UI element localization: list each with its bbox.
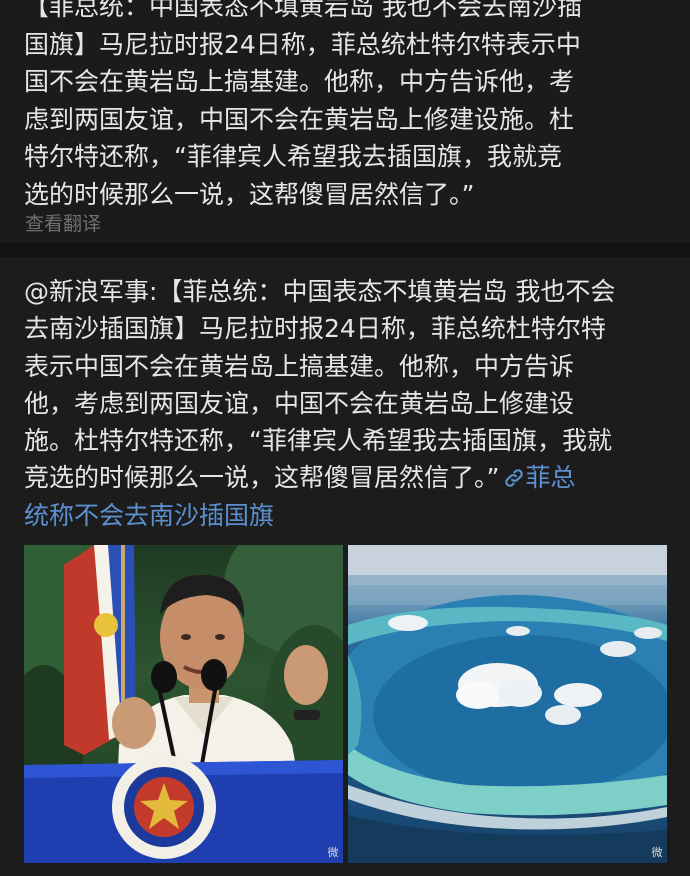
repost-card[interactable]: @新浪军事:【菲总统：中国表态不填黄岩岛 我也不会 去南沙插国旗】马尼拉时报24… <box>0 257 690 876</box>
post-line: 特尔特还称，“菲律宾人希望我去插国旗，我就竞 <box>24 142 562 171</box>
weibo-watermark-icon: 微 <box>327 846 339 859</box>
podium-photo-art <box>24 545 343 863</box>
post-line: 施。杜特尔特还称，“菲律宾人希望我去插国旗，我就 <box>24 426 612 456</box>
link-icon <box>505 469 524 488</box>
post-line: 【菲总统：中国表态不填黄岩岛 我也不会去南沙插 <box>24 0 582 21</box>
post-divider <box>0 243 690 257</box>
post-line: 国不会在黄岩岛上搞基建。他称，中方告诉他，考 <box>24 67 575 96</box>
repost-text: @新浪军事:【菲总统：中国表态不填黄岩岛 我也不会 去南沙插国旗】马尼拉时报24… <box>24 273 670 534</box>
post-line: 选的时候那么一说，这帮傻冒居然信了。” <box>24 179 475 209</box>
post-line: 虑到两国友谊，中国不会在黄岩岛上修建设施。杜 <box>24 104 575 134</box>
post-line: 他，考虑到两国友谊，中国不会在黄岩岛上修建设 <box>24 388 575 418</box>
post-line: 表示中国不会在黄岩岛上搞基建。他称，中方告诉 <box>24 351 575 381</box>
article-link-text: 统称不会去南沙插国旗 <box>24 500 275 530</box>
previous-post: 【菲总统：中国表态不填黄岩岛 我也不会去南沙插 国旗】马尼拉时报24日称，菲总统… <box>0 0 690 243</box>
photo-aerial-reef[interactable]: 微 <box>348 545 667 863</box>
post-line: 去南沙插国旗】马尼拉时报24日称，菲总统杜特尔特 <box>24 314 606 344</box>
post-line: 【菲总统：中国表态不填黄岩岛 我也不会 <box>157 277 616 306</box>
reef-photo-art <box>348 545 667 863</box>
photo-president-podium[interactable]: 微 <box>24 545 343 863</box>
author-mention[interactable]: @新浪军事: <box>24 277 157 306</box>
post-line: 国旗】马尼拉时报24日称，菲总统杜特尔特表示中 <box>24 29 581 59</box>
article-link-text: 菲总 <box>525 463 576 493</box>
post-line: 竞选的时候那么一说，这帮傻冒居然信了。” <box>24 463 500 493</box>
previous-post-text: 【菲总统：中国表态不填黄岩岛 我也不会去南沙插 国旗】马尼拉时报24日称，菲总统… <box>24 0 670 213</box>
view-translation-link[interactable]: 查看翻译 <box>25 209 101 236</box>
weibo-watermark-icon: 微 <box>651 846 663 859</box>
